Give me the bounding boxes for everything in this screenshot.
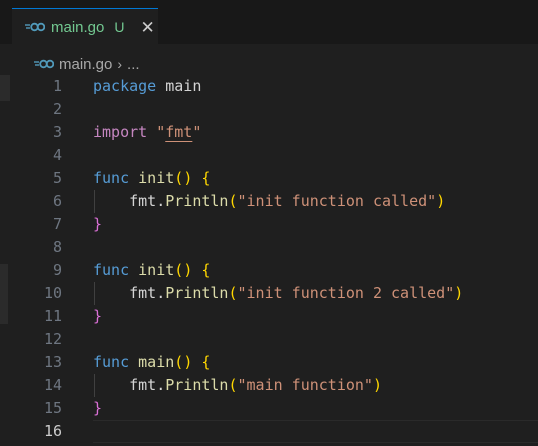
line-number: 7 (52, 215, 62, 233)
breadcrumb-file[interactable]: main.go (59, 56, 112, 73)
code-line[interactable]: 8 (0, 236, 538, 259)
code-line[interactable]: 14 fmt.Println("main function") (0, 374, 538, 397)
line-number: 11 (43, 307, 62, 325)
tab-label: main.go (51, 18, 105, 36)
line-number: 8 (52, 238, 62, 256)
code-text: func init() { (93, 261, 211, 279)
line-number: 4 (52, 146, 62, 164)
breadcrumb-more[interactable]: ... (127, 56, 140, 73)
code-text: func init() { (93, 169, 211, 187)
code-text: fmt.Println("init function 2 called") (129, 284, 464, 302)
code-line[interactable]: 1 package main (0, 75, 538, 98)
code-line[interactable]: 3 import "fmt" (0, 121, 538, 144)
code-line[interactable]: 7} (0, 213, 538, 236)
tab-bar: main.go U ✕ (0, 0, 538, 44)
line-number: 5 (52, 169, 62, 187)
code-line[interactable]: 12 (0, 328, 538, 351)
line-number: 16 (43, 422, 62, 440)
line-number: 3 (52, 123, 62, 141)
line-number: 14 (43, 376, 62, 394)
code-line[interactable]: 11} (0, 305, 538, 328)
code-line[interactable]: 16 (0, 420, 538, 443)
code-editor[interactable]: 1 package main 2 3 import "fmt" 4 5 func init()… (0, 75, 538, 446)
breadcrumb: main.go › ... (34, 53, 140, 75)
code-line[interactable]: 6 fmt.Println("init function called") (0, 190, 538, 213)
line-number: 15 (43, 399, 62, 417)
code-text: fmt.Println("main function") (129, 376, 382, 394)
code-line[interactable]: 13 func main() { (0, 351, 538, 374)
chevron-right-icon: › (117, 56, 123, 72)
code-line[interactable]: 4 (0, 144, 538, 167)
code-line[interactable]: 9 func init() { (0, 259, 538, 282)
current-line-highlight (93, 420, 538, 443)
code-line[interactable]: 15} (0, 397, 538, 420)
line-number: 12 (43, 330, 62, 348)
tab-main-go[interactable]: main.go U ✕ (12, 8, 158, 44)
code-text: fmt.Println("init function called") (129, 192, 446, 210)
line-number: 1 (52, 77, 62, 95)
line-number: 2 (52, 100, 62, 118)
code-text: import "fmt" (93, 123, 202, 141)
line-number: 9 (52, 261, 62, 279)
close-icon[interactable]: ✕ (141, 19, 155, 36)
line-number: 10 (43, 284, 62, 302)
code-text: } (93, 215, 103, 233)
code-line[interactable]: 5 func init() { (0, 167, 538, 190)
code-line[interactable]: 10 fmt.Println("init function 2 called") (0, 282, 538, 305)
code-text: } (93, 307, 103, 325)
code-text: } (93, 399, 103, 417)
code-text: package main (93, 77, 202, 95)
go-icon (25, 20, 45, 34)
line-number: 13 (43, 353, 62, 371)
go-icon (34, 57, 54, 71)
code-line[interactable]: 2 (0, 98, 538, 121)
modified-status-badge: U (114, 19, 125, 35)
code-text: func main() { (93, 353, 211, 371)
line-number: 6 (52, 192, 62, 210)
